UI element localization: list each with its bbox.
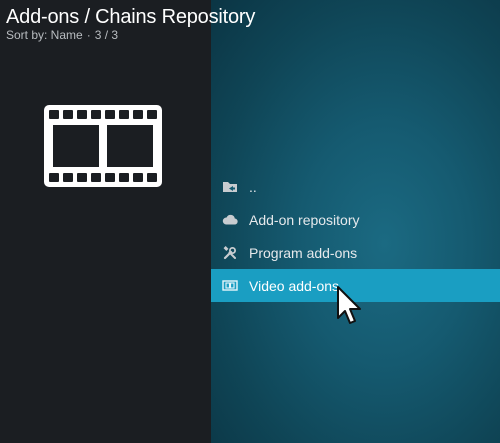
list-item-label: Add-on repository: [249, 211, 360, 228]
sort-info: Sort by: Name · 3 / 3: [6, 29, 255, 41]
header: Add-ons / Chains Repository Sort by: Nam…: [6, 4, 255, 41]
cloud-icon: [211, 214, 249, 225]
separator: ·: [86, 28, 91, 42]
list-item-program-addons[interactable]: Program add-ons: [211, 236, 500, 269]
list-item-label: ..: [249, 178, 257, 195]
video-icon: [211, 280, 249, 291]
mouse-pointer-icon: [337, 286, 361, 324]
left-panel: [0, 0, 211, 443]
film-strip-icon: [44, 105, 162, 187]
addon-category-list: .. Add-on repository Program add-ons Vid…: [211, 170, 500, 302]
list-item-addon-repository[interactable]: Add-on repository: [211, 203, 500, 236]
sort-label: Sort by: Name: [6, 28, 83, 42]
item-count: 3 / 3: [94, 28, 119, 42]
list-item-label: Program add-ons: [249, 244, 358, 261]
back-folder-icon: [211, 181, 249, 193]
page-title: Add-ons / Chains Repository: [6, 6, 256, 28]
tools-icon: [211, 245, 249, 260]
list-item-label: Video add-ons: [249, 277, 340, 294]
list-item-parent[interactable]: ..: [211, 170, 500, 203]
kodi-addon-browser: Add-ons / Chains Repository Sort by: Nam…: [0, 0, 500, 443]
